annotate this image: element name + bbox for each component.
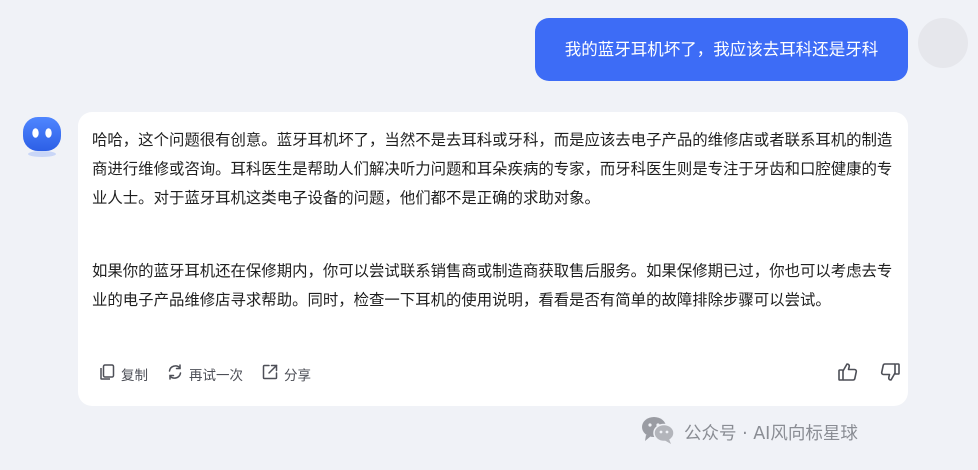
wechat-icon: [640, 415, 684, 450]
bot-message-paragraph: 如果你的蓝牙耳机还在保修期内，你可以尝试联系销售商或制造商获取售后服务。如果保修…: [92, 262, 893, 309]
dislike-button[interactable]: [878, 362, 902, 386]
bot-message-card: 哈哈，这个问题很有创意。蓝牙耳机坏了，当然不是去耳科或牙科，而是应该去电子产品的…: [78, 112, 908, 406]
feedback-buttons: [818, 362, 902, 386]
copy-icon: [98, 363, 121, 385]
user-message-text: 我的蓝牙耳机坏了，我应该去耳科还是牙科: [564, 40, 879, 59]
watermark-text: 公众号 · AI风向标星球: [684, 423, 858, 444]
share-button[interactable]: 分享: [261, 363, 311, 385]
thumbs-down-icon: [879, 361, 901, 387]
copy-button[interactable]: 复制: [98, 363, 148, 385]
message-actions: 复制 再试一次 分享: [98, 362, 329, 386]
retry-button[interactable]: 再试一次: [166, 363, 243, 385]
watermark: 公众号 · AI风向标星球: [640, 415, 858, 450]
refresh-icon: [166, 363, 189, 385]
share-icon: [261, 363, 284, 385]
bot-message-paragraph: 哈哈，这个问题很有创意。蓝牙耳机坏了，当然不是去耳科或牙科，而是应该去电子产品的…: [92, 131, 893, 207]
bot-avatar: [20, 114, 64, 158]
user-avatar: [918, 18, 968, 68]
copy-label: 复制: [121, 368, 148, 384]
user-message-bubble: 我的蓝牙耳机坏了，我应该去耳科还是牙科: [535, 18, 908, 81]
like-button[interactable]: [836, 362, 860, 386]
share-label: 分享: [284, 368, 311, 384]
retry-label: 再试一次: [189, 368, 243, 384]
thumbs-up-icon: [837, 361, 859, 387]
